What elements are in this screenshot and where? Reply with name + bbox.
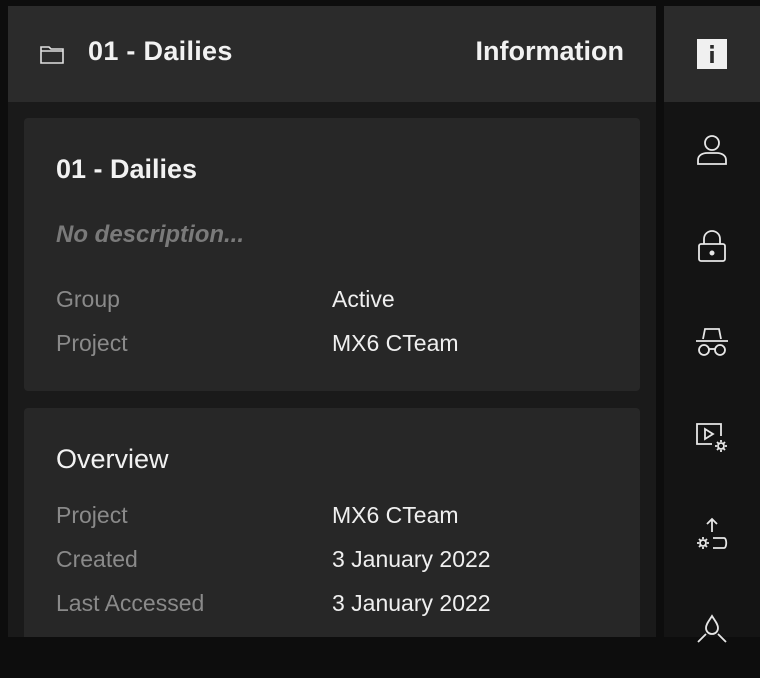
user-icon bbox=[697, 135, 727, 165]
sidebar-item-color[interactable] bbox=[664, 582, 760, 678]
info-row-value: MX6 CTeam bbox=[332, 330, 459, 356]
info-row-label: Group bbox=[56, 286, 120, 312]
info-card-title: 01 - Dailies bbox=[56, 154, 198, 184]
droplet-icon bbox=[697, 614, 727, 643]
info-icon bbox=[697, 39, 727, 69]
page-title: 01 - Dailies bbox=[88, 36, 233, 66]
overview-row-value: 3 January 2022 bbox=[332, 590, 491, 616]
overview-row-created: Created 3 January 2022 bbox=[56, 546, 616, 576]
overview-row-value: MX6 CTeam bbox=[332, 502, 459, 528]
lock-icon bbox=[698, 230, 726, 262]
overview-row-last-accessed: Last Accessed 3 January 2022 bbox=[56, 590, 616, 620]
sidebar-item-private[interactable] bbox=[664, 294, 760, 390]
info-row-group: Group Active bbox=[56, 286, 616, 316]
overview-row-label: Project bbox=[56, 502, 128, 528]
overview-card-title: Overview bbox=[56, 444, 169, 474]
sidebar-item-permissions[interactable] bbox=[664, 198, 760, 294]
info-row-label: Project bbox=[56, 330, 128, 356]
video-settings-icon bbox=[696, 423, 727, 452]
info-row-project: Project MX6 CTeam bbox=[56, 330, 616, 360]
upload-settings-icon bbox=[697, 517, 728, 549]
overview-row-label: Last Accessed bbox=[56, 590, 205, 616]
sidebar-item-upload-settings[interactable] bbox=[664, 486, 760, 582]
sidebar-item-user[interactable] bbox=[664, 102, 760, 198]
main-panel: 01 - Dailies Information 01 - Dailies No… bbox=[8, 6, 656, 637]
header-bar: 01 - Dailies Information bbox=[8, 6, 656, 102]
sidebar-item-playback-settings[interactable] bbox=[664, 390, 760, 486]
sidebar-item-info[interactable] bbox=[664, 6, 760, 102]
right-sidebar bbox=[664, 6, 760, 643]
overview-row-value: 3 January 2022 bbox=[332, 546, 491, 572]
folder-icon bbox=[40, 46, 64, 64]
panel-title: Information bbox=[475, 36, 625, 66]
overview-row-project: Project MX6 CTeam bbox=[56, 502, 616, 532]
overview-card: Overview Project MX6 CTeam Created 3 Jan… bbox=[24, 408, 640, 637]
incognito-icon bbox=[696, 328, 728, 356]
info-row-value: Active bbox=[332, 286, 395, 312]
description-text[interactable]: No description... bbox=[56, 221, 244, 249]
overview-row-label: Created bbox=[56, 546, 138, 572]
info-card: 01 - Dailies No description... Group Act… bbox=[24, 118, 640, 391]
